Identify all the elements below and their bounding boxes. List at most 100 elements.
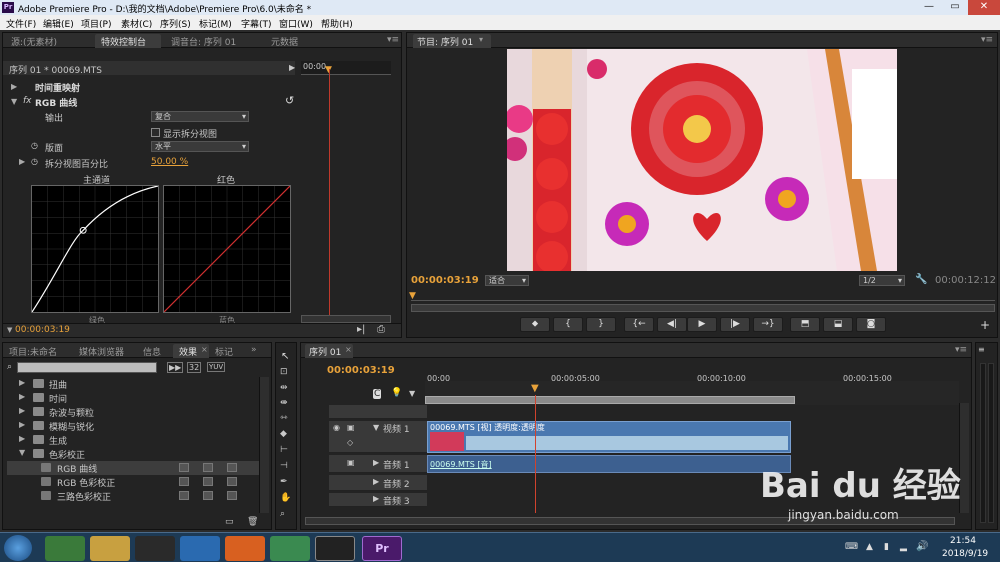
- disclosure-icon[interactable]: ▶: [373, 477, 379, 486]
- stopwatch-icon[interactable]: ◷: [31, 141, 38, 150]
- disclosure-open-icon[interactable]: ▼: [373, 423, 379, 432]
- quality-dropdown[interactable]: 1/2: [859, 275, 905, 286]
- expand-arrow-icon[interactable]: ▶: [289, 63, 295, 72]
- volume-icon[interactable]: 🔊: [916, 541, 928, 552]
- razor-tool-icon[interactable]: ◆: [280, 429, 287, 439]
- taskbar-360-icon[interactable]: [45, 536, 85, 561]
- timeline-playhead-icon[interactable]: ▼: [531, 383, 539, 394]
- list-item-rgb-curves[interactable]: RGB 曲线: [7, 461, 265, 475]
- list-item[interactable]: 三路色彩校正: [7, 489, 265, 503]
- disclosure-icon[interactable]: ▶: [373, 458, 379, 467]
- fit-dropdown[interactable]: 适合: [485, 275, 529, 286]
- rolling-edit-tool-icon[interactable]: ⇼: [280, 398, 288, 408]
- video-clip[interactable]: 00069.MTS [视] 透明度:透明度: [427, 421, 791, 453]
- taskbar-app-icon[interactable]: [270, 536, 310, 561]
- track-header-a2[interactable]: ▶ 音频 2: [329, 475, 427, 491]
- add-marker-button[interactable]: ⬥: [520, 317, 550, 332]
- taskbar-premiere-icon[interactable]: Pr: [362, 536, 402, 561]
- red-curve-graph[interactable]: [163, 185, 291, 313]
- close-tab-icon[interactable]: ×: [345, 345, 352, 354]
- program-time-ruler[interactable]: [411, 291, 995, 301]
- effect-timecode[interactable]: 00:00:03:19: [15, 325, 70, 335]
- taskbar-firefox-icon[interactable]: [225, 536, 265, 561]
- tab-audio-mixer[interactable]: 调音台: 序列 01: [171, 35, 236, 48]
- program-video-frame[interactable]: [507, 49, 897, 271]
- timeline-timecode[interactable]: 00:00:03:19: [327, 365, 395, 376]
- yuv-icon[interactable]: YUV: [207, 362, 226, 372]
- trash-icon[interactable]: 🗑: [247, 517, 258, 527]
- tab-markers[interactable]: 标记: [215, 345, 233, 358]
- master-curve-graph[interactable]: [31, 185, 159, 313]
- lift-button[interactable]: ⬒: [790, 317, 820, 332]
- list-item[interactable]: ▶ 扭曲: [7, 377, 265, 391]
- extract-button[interactable]: ⬓: [823, 317, 853, 332]
- marker-icon[interactable]: 💡: [391, 388, 402, 398]
- tab-sequence-01[interactable]: 序列 01: [309, 345, 341, 358]
- program-timecode[interactable]: 00:00:03:19: [411, 275, 479, 286]
- add-marker-icon[interactable]: ▼: [409, 389, 415, 398]
- track-header-a1[interactable]: ▣ ▶ 音频 1: [329, 455, 427, 473]
- taskbar-video-icon[interactable]: [180, 536, 220, 561]
- play-button[interactable]: ▶: [687, 317, 717, 332]
- selection-tool-icon[interactable]: ↖: [281, 351, 289, 362]
- menu-sequence[interactable]: 序列(S): [160, 17, 191, 30]
- eye-icon[interactable]: ◉: [333, 423, 340, 432]
- work-area-bar[interactable]: [425, 396, 795, 404]
- tab-source[interactable]: 源:(无素材): [11, 35, 57, 48]
- audio-clip[interactable]: 00069.MTS [音]: [427, 455, 791, 473]
- clock-date[interactable]: 2018/9/19: [942, 549, 988, 559]
- wrench-icon[interactable]: 🔧: [915, 274, 927, 285]
- track-header-a3[interactable]: ▶ 音频 3: [329, 493, 427, 507]
- track-header-v1[interactable]: ◉ ▣ ▼ 视频 1 ◇: [329, 421, 427, 453]
- chevron-down-icon[interactable]: ▾: [479, 35, 483, 44]
- zoom-tool-icon[interactable]: ⌕: [280, 509, 285, 519]
- taskbar-record-icon[interactable]: [315, 536, 355, 561]
- split-view-checkbox[interactable]: [151, 128, 160, 137]
- menu-edit[interactable]: 编辑(E): [43, 17, 74, 30]
- track-header-v2[interactable]: [329, 405, 427, 419]
- list-item[interactable]: ▶ 生成: [7, 433, 265, 447]
- disclosure-icon[interactable]: ▶: [373, 494, 379, 503]
- panel-menu-icon[interactable]: ▾≡: [387, 35, 399, 45]
- menu-title[interactable]: 字幕(T): [241, 17, 272, 30]
- hand-tool-icon[interactable]: ✋: [280, 493, 291, 503]
- keyboard-icon[interactable]: ⌨: [845, 542, 858, 552]
- disclosure-icon[interactable]: ▶: [11, 82, 17, 91]
- layout-dropdown[interactable]: 水平: [151, 141, 249, 152]
- panel-menu-icon[interactable]: ▾≡: [955, 345, 967, 355]
- slide-tool-icon[interactable]: ⊣: [280, 461, 288, 471]
- panel-menu-icon[interactable]: ≡: [978, 345, 985, 354]
- program-zoom-bar[interactable]: [411, 304, 995, 312]
- panel-menu-icon[interactable]: ▾≡: [981, 35, 993, 45]
- list-item[interactable]: ▼ 色彩校正: [7, 447, 265, 461]
- mark-in-button[interactable]: {: [553, 317, 583, 332]
- panel-menu-icon[interactable]: »: [251, 345, 257, 355]
- minimize-icon[interactable]: —: [916, 0, 942, 15]
- pen-tool-icon[interactable]: ✒: [280, 477, 288, 487]
- disclosure-icon[interactable]: ▶: [19, 157, 25, 166]
- program-playhead-icon[interactable]: ▼: [409, 291, 416, 301]
- disclosure-open-icon[interactable]: ▼: [11, 97, 17, 106]
- split-percent-value[interactable]: 50.00 %: [151, 157, 188, 167]
- export-frame-icon[interactable]: ⎙: [377, 324, 385, 335]
- start-button-icon[interactable]: [4, 535, 32, 561]
- zoom-scrollbar[interactable]: [301, 315, 391, 323]
- maximize-icon[interactable]: ▭: [942, 0, 968, 15]
- battery-icon[interactable]: ▮: [884, 542, 889, 552]
- close-tab-icon[interactable]: ×: [201, 345, 208, 354]
- menu-marker[interactable]: 标记(M): [199, 17, 232, 30]
- tab-media-browser[interactable]: 媒体浏览器: [79, 345, 124, 358]
- taskbar-qq-icon[interactable]: [135, 536, 175, 561]
- accelerated-icon[interactable]: ▶▶: [167, 362, 184, 373]
- clock-time[interactable]: 21:54: [950, 536, 976, 546]
- tab-info[interactable]: 信息: [143, 345, 161, 358]
- snap-icon[interactable]: C: [373, 389, 382, 399]
- mark-out-button[interactable]: }: [586, 317, 616, 332]
- stopwatch-icon[interactable]: ◷: [31, 157, 38, 166]
- keyframe-icon[interactable]: ◇: [347, 438, 353, 447]
- tab-program[interactable]: 节目: 序列 01: [417, 35, 473, 48]
- output-dropdown[interactable]: 复合: [151, 111, 249, 122]
- list-item[interactable]: ▶ 杂波与颗粒: [7, 405, 265, 419]
- menu-window[interactable]: 窗口(W): [279, 17, 313, 30]
- go-to-in-button[interactable]: {←: [624, 317, 654, 332]
